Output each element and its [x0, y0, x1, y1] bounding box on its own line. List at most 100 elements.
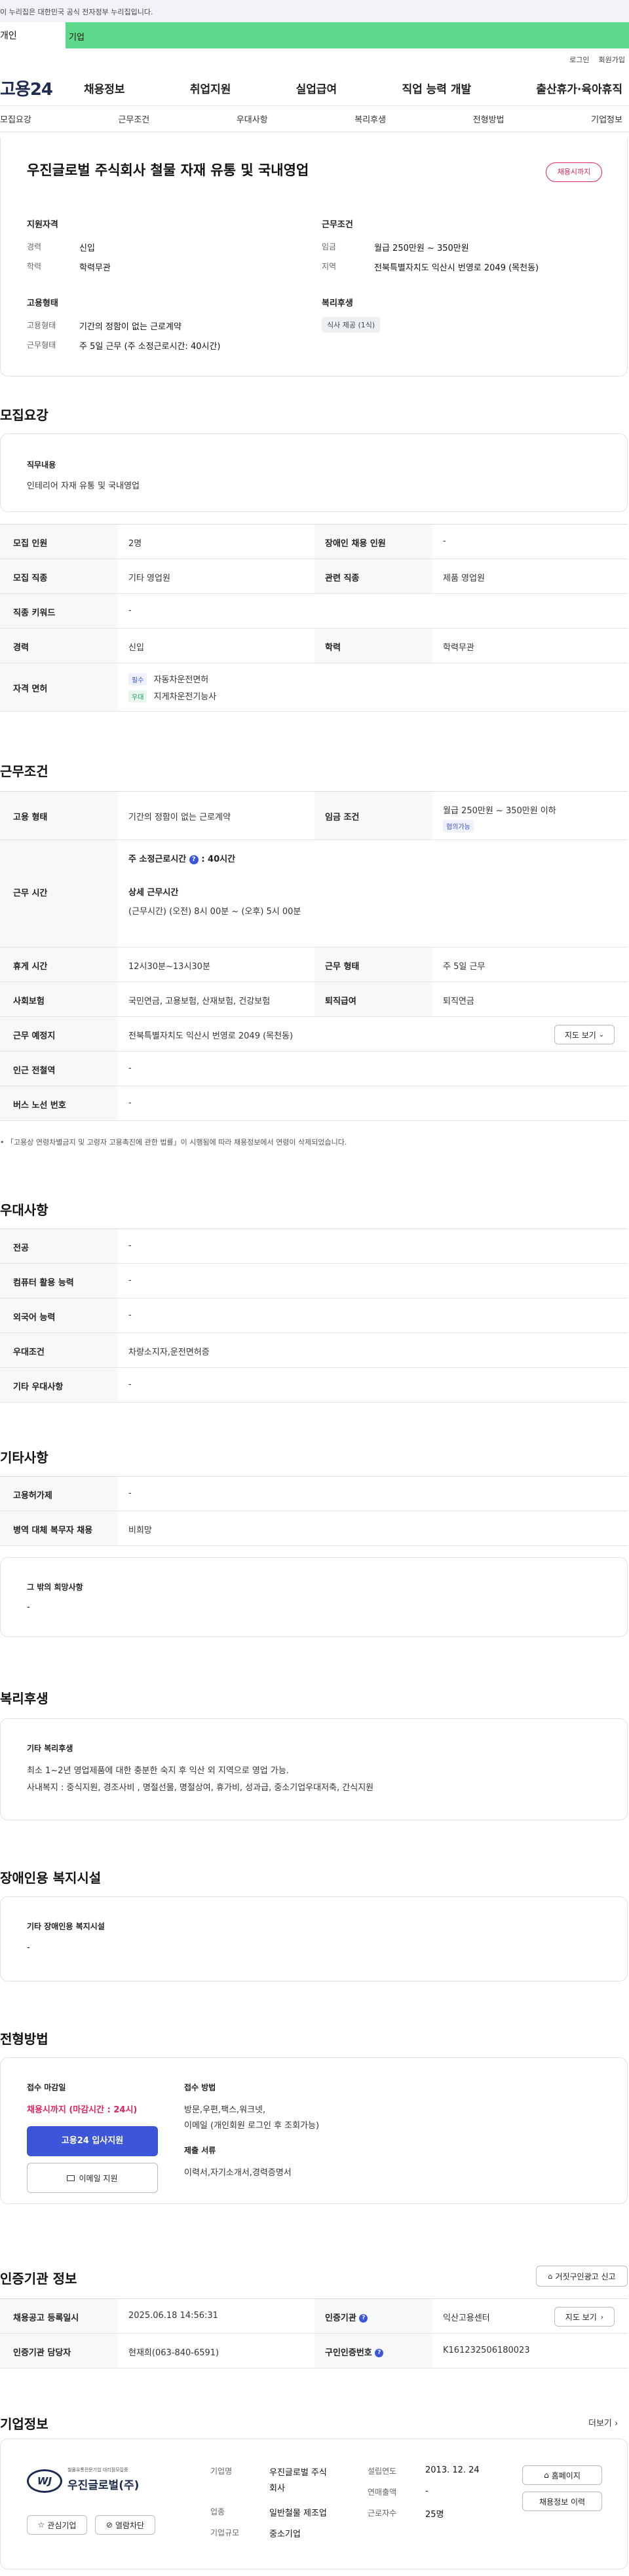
map-view-label: 지도 보기: [564, 1030, 596, 1040]
method-value-1: 방문,우편,팩스,워크넷,: [184, 2105, 266, 2115]
join-link[interactable]: 회원가입: [599, 54, 625, 65]
welfare-section-heading: 복리후생: [0, 1691, 48, 1706]
agency-map-button[interactable]: 지도 보기 ›: [554, 2307, 615, 2327]
job-category-value: 기타 영업원: [128, 574, 170, 583]
homepage-button[interactable]: ⌂ 홈페이지: [522, 2465, 602, 2485]
business-tab[interactable]: 기업: [66, 22, 629, 48]
work-table: 고용 형태 기간의 정함이 없는 근로계약 임금 조건 월급 250만원 ~ 3…: [0, 791, 628, 1121]
employment-type-value: 기간의 정함이 없는 근로계약: [79, 322, 181, 332]
nav-item-unemployment-benefit[interactable]: 실업급여: [296, 80, 337, 96]
home-icon: ⌂: [544, 2471, 549, 2480]
education-value: 학력무관: [79, 263, 111, 273]
bus-label: 버스 노선 번호: [0, 1086, 118, 1120]
tab-company[interactable]: 기업정보: [591, 113, 622, 125]
wage-cond-cell: 월급 250만원 ~ 350만원 이하 협의가능: [432, 792, 628, 839]
tab-welfare[interactable]: 복리후생: [354, 113, 386, 125]
language-label: 외국어 능력: [0, 1298, 118, 1333]
tab-selection[interactable]: 전형방법: [473, 113, 505, 125]
related-category-label: 관련 직종: [314, 559, 432, 593]
tab-preferences[interactable]: 우대사항: [237, 113, 268, 125]
info-icon[interactable]: ?: [375, 2349, 384, 2357]
hours-cell: 주 소정근로시간 ? : 40시간 상세 근무시간 (근무시간) (오전) 8시…: [118, 840, 628, 947]
preferences-table: 전공 - 컴퓨터 활용 능력 - 외국어 능력 - 우대조건 차량소지자,운전면…: [0, 1228, 628, 1403]
company-logo-name: 우진글로벌(주): [67, 2479, 140, 2492]
apply-button[interactable]: 고용24 입사지원: [27, 2126, 158, 2156]
cert-number-label: 구인인증번호 ?: [314, 2334, 432, 2368]
preferences-heading: 우대사항: [0, 1202, 48, 1218]
table-row: 채용공고 등록일시 2025.06.18 14:56:31 인증기관 ? 익산고…: [0, 2299, 628, 2334]
job-summary-card: 우진글로벌 주식회사 철물 자재 유통 및 국내영업 채용시까지 지원자격 경력…: [0, 138, 628, 377]
license-preferred: 지게차운전기능사: [153, 692, 217, 702]
section-tabs: 모집요강 근무조건 우대사항 복리후생 전형방법 기업정보: [0, 106, 629, 132]
report-ad-button[interactable]: ⌂ 거짓구인광고 신고: [536, 2266, 628, 2287]
shift-label: 근무 형태: [314, 948, 432, 982]
table-row: 고용허가제 -: [0, 1477, 628, 1511]
login-link[interactable]: 로그인: [569, 54, 589, 65]
region-value: 전북특별자치도 익산시 번영로 2049 (목천동): [374, 263, 539, 273]
history-button[interactable]: 채용정보 이력: [522, 2492, 602, 2511]
nav-item-employment-support[interactable]: 취업지원: [190, 80, 231, 96]
info-icon[interactable]: ?: [359, 2314, 368, 2323]
nav-item-leave[interactable]: 출산휴가·육아휴직: [536, 80, 622, 96]
hours-detail-label: 상세 근무시간: [128, 888, 179, 898]
table-row: 인증기관 담당자 현재희(063-840-6591) 구인인증번호 ? K161…: [0, 2334, 628, 2368]
employment-type-label: 고용형태: [27, 321, 56, 330]
duty-label: 직무내용: [27, 460, 56, 469]
chevron-right-icon: ›: [600, 2312, 604, 2321]
more-link[interactable]: 더보기 ›: [588, 2416, 618, 2429]
utility-links: 로그인 회원가입: [0, 48, 629, 71]
founded-label: 설립연도: [368, 2467, 397, 2476]
preferred-tag: 우대: [128, 690, 147, 703]
keyword-value: -: [128, 606, 132, 616]
employment-type-heading: 고용형태: [27, 299, 58, 308]
info-icon[interactable]: ?: [189, 855, 199, 864]
block-view-button[interactable]: ⊘ 열람차단: [95, 2515, 155, 2535]
apply-button-label: 고용24 입사지원: [61, 2136, 124, 2146]
education-label: 학력: [27, 262, 42, 271]
wage-cond-label: 임금 조건: [314, 792, 432, 839]
workplace-label: 근무 예정지: [0, 1017, 118, 1051]
docs-value: 이력서,자기소개서,경력증명서: [184, 2168, 292, 2178]
table-row: 우대조건 차량소지자,운전면허증: [0, 1333, 628, 1368]
personal-tab[interactable]: 개인: [0, 29, 66, 42]
deadline-label: 접수 마감일: [27, 2083, 66, 2092]
gov-notice-text: 이 누리집은 대한민국 공식 전자정부 누리집입니다.: [0, 8, 153, 16]
company-heading: 기업정보: [0, 2416, 48, 2432]
disabled-count-label: 장애인 채용 인원: [314, 524, 432, 559]
email-apply-button[interactable]: 이메일 지원: [27, 2163, 158, 2193]
hours-detail-value: (근무시간) (오전) 8시 00분 ~ (오후) 5시 00분: [128, 907, 301, 917]
retirement-label: 퇴직급여: [314, 982, 432, 1016]
wish-value: -: [27, 1602, 30, 1612]
table-row: 전공 -: [0, 1229, 628, 1264]
company-name-value-2: 회사: [269, 2484, 285, 2493]
cert-number-value: K161232506180023: [443, 2346, 530, 2355]
wage-cond-value: 월급 250만원 ~ 350만원 이하: [443, 806, 556, 816]
company-size-value: 중소기업: [269, 2530, 301, 2539]
etc-table: 고용허가제 - 병역 대체 복무자 채용 비희망: [0, 1476, 628, 1546]
deadline-value: 채용시까지 (마감시간 : 24시): [27, 2105, 138, 2115]
selection-card: 접수 마감일 채용시까지 (마감시간 : 24시) 고용24 입사지원 이메일 …: [0, 2057, 628, 2204]
map-view-button[interactable]: 지도 보기 ⌄: [554, 1025, 615, 1044]
page: 이 누리집은 대한민국 공식 전자정부 누리집입니다. 개인 기업 로그인 회원…: [0, 0, 629, 2576]
tab-recruit[interactable]: 모집요강: [0, 113, 31, 125]
table-row: 휴게 시간 12시30분~13시30분 근무 형태 주 5일 근무: [0, 948, 628, 982]
nav-item-skills[interactable]: 직업 능력 개발: [402, 80, 471, 96]
nav-item-jobs[interactable]: 채용정보: [84, 80, 125, 96]
wage-value: 월급 250만원 ~ 350만원: [374, 244, 469, 253]
disabled-facility-card: 기타 장애인용 복지시설 -: [0, 1896, 628, 1981]
company-logo-tagline: 철물유통전문기업 대리점모집중: [67, 2467, 128, 2473]
job-category-label: 모집 직종: [0, 559, 118, 593]
welfare-heading: 복리후생: [322, 299, 353, 308]
home-outline-icon: ⌂: [548, 2272, 553, 2281]
recruit-table: 모집 인원 2명 장애인 채용 인원 - 모집 직종 기타 영업원 관련 직종 …: [0, 524, 628, 712]
chevron-down-icon: ⌄: [598, 1031, 605, 1039]
disabled-facility-value: -: [27, 1943, 30, 1953]
tab-work-conditions[interactable]: 근무조건: [118, 113, 149, 125]
career-value: 신입: [79, 244, 95, 253]
wish-card: 그 밖의 희망사항 -: [0, 1557, 628, 1637]
hours-weekly-value: : 40시간: [201, 855, 236, 864]
interest-company-button[interactable]: ☆ 관심기업: [27, 2515, 87, 2535]
site-logo[interactable]: 고용24: [0, 76, 84, 100]
more-label: 더보기: [588, 2419, 612, 2429]
hours-label: 근무 시간: [0, 840, 118, 947]
